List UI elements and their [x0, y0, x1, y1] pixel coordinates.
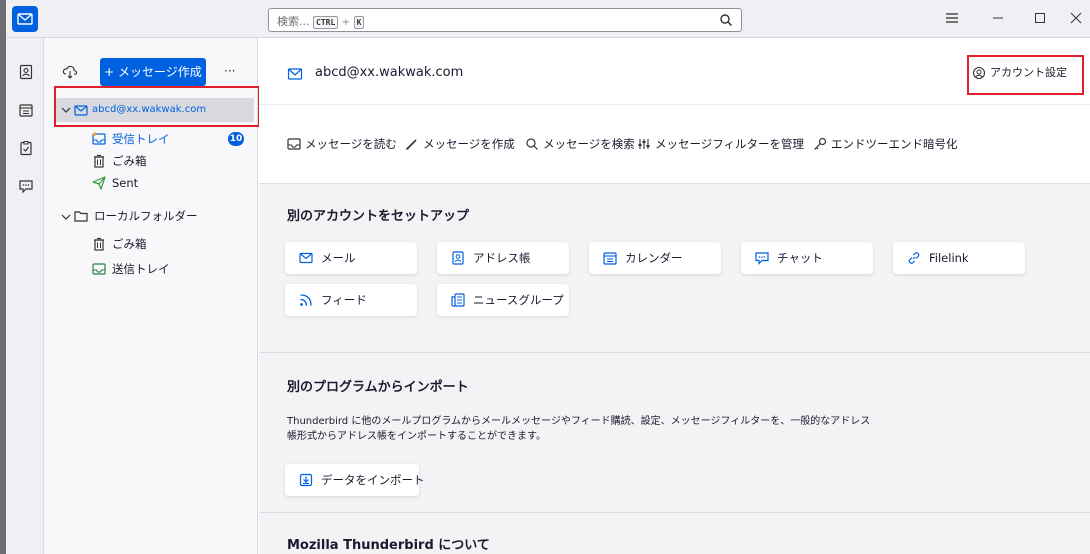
chat-icon — [755, 252, 769, 265]
setup-filelink-card[interactable]: Filelink — [893, 242, 1025, 274]
highlight-box-account-settings — [967, 55, 1084, 95]
account-central: abcd@xx.wakwak.com アカウント設定 メッセージを読む メッセー… — [259, 38, 1090, 554]
import-description: Thunderbird に他のメールプログラムからメールメッセージやフィード購読… — [287, 416, 871, 442]
search-icon — [526, 138, 538, 150]
trash-icon — [94, 154, 104, 168]
write-message-action[interactable]: メッセージを作成 — [405, 136, 515, 152]
calendar-icon[interactable] — [18, 102, 34, 118]
account-header: abcd@xx.wakwak.com アカウント設定 — [259, 38, 1090, 104]
get-messages-icon[interactable] — [62, 64, 78, 80]
more-menu-button[interactable]: ··· — [224, 64, 235, 78]
outbox-icon — [92, 263, 106, 275]
setup-addressbook-card[interactable]: アドレス帳 — [437, 242, 569, 274]
addressbook-icon[interactable] — [18, 64, 34, 80]
folder-row-sent[interactable]: Sent — [44, 172, 258, 194]
setup-section-title: 別のアカウントをセットアップ — [287, 209, 470, 224]
folder-row-outbox[interactable]: 送信トレイ — [44, 258, 258, 280]
local-folders-row[interactable]: ローカルフォルダー — [44, 205, 258, 227]
trash-icon — [94, 237, 104, 251]
local-folders-label: ローカルフォルダー — [94, 209, 198, 223]
minimize-icon[interactable] — [990, 10, 1006, 26]
shortcut-ctrl-key: CTRL — [313, 16, 339, 29]
search-input[interactable]: 検索... CTRL + K — [268, 8, 742, 32]
quick-actions-bar: メッセージを読む メッセージを作成 メッセージを検索 メッセージフィルターを管理 — [259, 104, 1090, 184]
mail-space-button[interactable] — [12, 6, 38, 32]
folder-icon — [74, 211, 88, 222]
newsgroup-icon — [451, 293, 465, 307]
unread-badge: 10 — [228, 132, 244, 146]
pencil-icon — [406, 139, 417, 150]
account-address: abcd@xx.wakwak.com — [315, 65, 464, 80]
mail-icon — [287, 68, 303, 80]
title-bar: 検索... CTRL + K — [6, 0, 1090, 38]
search-icon[interactable] — [719, 13, 733, 27]
chevron-down-icon[interactable] — [60, 211, 72, 223]
app-menu-icon[interactable] — [944, 10, 960, 26]
link-icon — [908, 252, 920, 264]
folder-row-trash[interactable]: ごみ箱 — [44, 150, 258, 172]
setup-feed-card[interactable]: フィード — [285, 284, 417, 316]
maximize-icon[interactable] — [1032, 10, 1048, 26]
import-icon — [299, 473, 313, 487]
folder-label: ごみ箱 — [112, 154, 147, 168]
filter-icon — [638, 139, 650, 149]
import-data-button[interactable]: データをインポート — [285, 464, 425, 496]
search-placeholder: 検索... CTRL + K — [277, 13, 365, 29]
read-messages-action[interactable]: メッセージを読む — [287, 136, 397, 152]
inbox-icon — [92, 132, 106, 145]
mail-icon — [17, 13, 33, 25]
read-icon — [287, 138, 301, 150]
write-message-button[interactable]: + メッセージ作成 — [100, 58, 206, 86]
folder-label: 送信トレイ — [112, 262, 170, 276]
feed-icon — [300, 294, 312, 306]
folder-label: ごみ箱 — [112, 237, 147, 251]
shortcut-k-key: K — [353, 16, 365, 29]
folder-row-inbox[interactable]: 受信トレイ 10 — [44, 128, 258, 150]
about-section-title: Mozilla Thunderbird について — [287, 538, 490, 553]
setup-chat-card[interactable]: チャット — [741, 242, 873, 274]
highlight-box-account — [54, 86, 260, 127]
folder-label: Sent — [112, 176, 139, 190]
section-divider — [259, 352, 1090, 353]
sent-icon — [92, 176, 106, 190]
mail-icon — [299, 252, 313, 264]
close-icon[interactable] — [1068, 10, 1084, 26]
spaces-toolbar — [6, 38, 44, 554]
manage-filters-action[interactable]: メッセージフィルターを管理 — [637, 136, 804, 152]
section-divider — [259, 512, 1090, 513]
setup-mail-card[interactable]: メール — [285, 242, 417, 274]
setup-calendar-card[interactable]: カレンダー — [589, 242, 721, 274]
import-section-title: 別のプログラムからインポート — [287, 380, 469, 395]
key-icon — [814, 137, 827, 150]
chat-icon[interactable] — [18, 178, 34, 194]
search-messages-action[interactable]: メッセージを検索 — [525, 136, 635, 152]
addressbook-icon — [452, 251, 464, 265]
folder-row-local-trash[interactable]: ごみ箱 — [44, 233, 258, 255]
e2e-encryption-action[interactable]: エンドツーエンド暗号化 — [813, 136, 958, 152]
folder-label: 受信トレイ — [112, 132, 170, 146]
tasks-icon[interactable] — [18, 140, 34, 156]
calendar-icon — [603, 252, 617, 265]
setup-newsgroup-card[interactable]: ニュースグループ — [437, 284, 569, 316]
